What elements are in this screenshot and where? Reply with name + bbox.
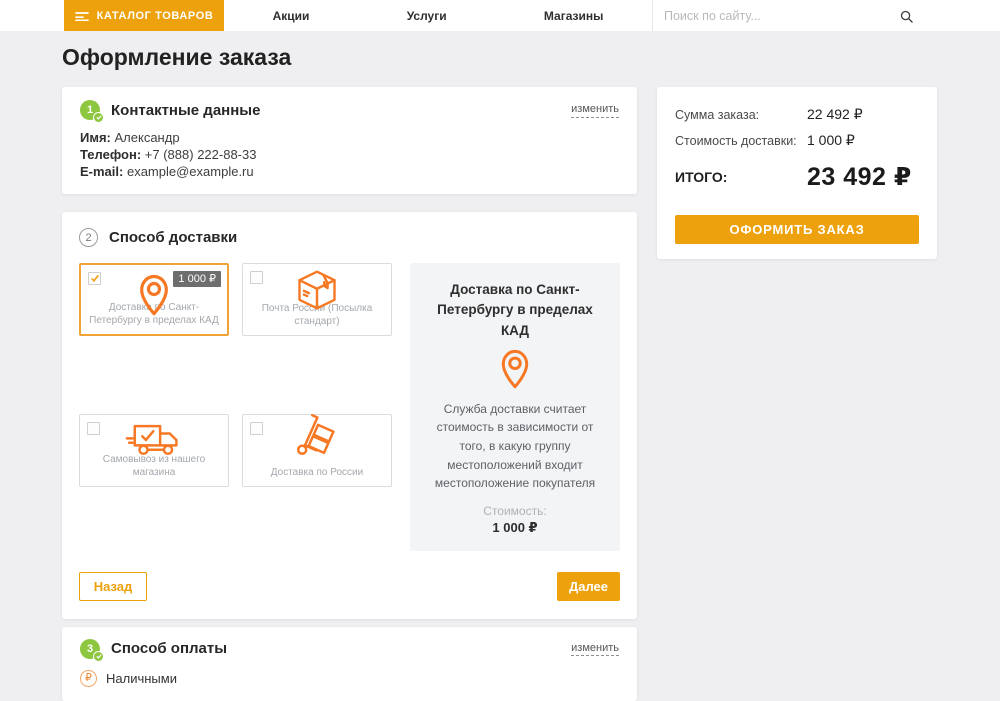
- delivery-card: 2 Способ доставки 1 000 ₽: [62, 212, 637, 619]
- payment-edit-link[interactable]: изменить: [571, 641, 619, 656]
- nav-item-promos[interactable]: Акции: [273, 9, 310, 23]
- delivery-options-grid: 1 000 ₽ Доставка по Санкт-Петербургу в п…: [79, 263, 392, 551]
- menu-icon: [75, 11, 89, 21]
- contact-name-row: Имя: Александр: [80, 129, 619, 146]
- contact-phone-row: Телефон: +7 (888) 222-88-33: [80, 146, 619, 163]
- delivery-option-post[interactable]: Почта России (Посылка стандарт): [242, 263, 392, 336]
- delivery-option-post-checkbox[interactable]: [250, 271, 263, 284]
- location-pin-icon: [423, 348, 607, 395]
- summary-total-row: ИТОГО: 23 492 ₽: [675, 162, 919, 192]
- next-button[interactable]: Далее: [557, 572, 620, 601]
- checkout-steps-column: 1 Контактные данные изменить Имя: Алекса…: [62, 87, 637, 701]
- summary-shipping-value: 1 000 ₽: [807, 132, 855, 149]
- top-header: КАТАЛОГ ТОВАРОВ Акции Услуги Магазины: [0, 0, 1000, 31]
- contact-edit-link[interactable]: изменить: [571, 102, 619, 117]
- delivery-cost-value: 1 000 ₽: [423, 520, 607, 536]
- back-button[interactable]: Назад: [79, 572, 147, 601]
- step-2-badge: 2: [79, 228, 98, 247]
- search-button[interactable]: [899, 7, 919, 25]
- order-summary-column: Сумма заказа: 22 492 ₽ Стоимость доставк…: [657, 87, 937, 259]
- step-3-check-icon: [93, 651, 104, 662]
- page-title: Оформление заказа: [62, 44, 938, 71]
- summary-total-label: ИТОГО:: [675, 169, 807, 185]
- contact-email-row: E-mail: example@example.ru: [80, 163, 619, 180]
- delivery-option-pickup[interactable]: Самовывоз из нашего магазина: [79, 414, 229, 487]
- submit-order-button[interactable]: ОФОРМИТЬ ЗАКАЗ: [675, 215, 919, 244]
- step-1-badge: 1: [80, 100, 100, 120]
- checkout-page: Оформление заказа 1 Контактные данные из…: [0, 44, 1000, 701]
- summary-total-value: 23 492 ₽: [807, 162, 912, 192]
- contact-fields: Имя: Александр Телефон: +7 (888) 222-88-…: [80, 129, 619, 180]
- ruble-circle-icon: ₽: [80, 670, 97, 687]
- header-divider: [652, 0, 653, 31]
- payment-card: 3 Способ оплаты изменить ₽ Наличными: [62, 627, 637, 701]
- catalog-button[interactable]: КАТАЛОГ ТОВАРОВ: [64, 0, 224, 31]
- delivery-option-spb[interactable]: 1 000 ₽ Доставка по Санкт-Петербургу в п…: [79, 263, 229, 336]
- delivery-detail-description: Служба доставки считает стоимость в зави…: [423, 400, 607, 493]
- main-nav: Акции Услуги Магазины: [224, 0, 652, 31]
- delivery-option-spb-checkbox[interactable]: [88, 272, 101, 285]
- delivery-option-pickup-checkbox[interactable]: [87, 422, 100, 435]
- order-summary-card: Сумма заказа: 22 492 ₽ Стоимость доставк…: [657, 87, 937, 259]
- delivery-option-label: Доставка по Санкт-Петербургу в пределах …: [81, 301, 227, 334]
- payment-method-label: Наличными: [106, 671, 177, 686]
- nav-item-services[interactable]: Услуги: [407, 9, 447, 23]
- delivery-option-label: Самовывоз из нашего магазина: [80, 453, 228, 486]
- catalog-button-label: КАТАЛОГ ТОВАРОВ: [97, 10, 214, 22]
- nav-item-stores[interactable]: Магазины: [544, 9, 603, 23]
- payment-card-title: Способ оплаты: [111, 640, 227, 657]
- summary-shipping-row: Стоимость доставки: 1 000 ₽: [675, 132, 919, 149]
- search-input[interactable]: [664, 0, 886, 31]
- summary-subtotal-row: Сумма заказа: 22 492 ₽: [675, 106, 919, 123]
- delivery-option-russia[interactable]: Доставка по России: [242, 414, 392, 487]
- contact-card: 1 Контактные данные изменить Имя: Алекса…: [62, 87, 637, 194]
- step-3-badge: 3: [80, 639, 100, 659]
- search-icon: [899, 9, 919, 24]
- delivery-detail-title: Доставка по Санкт-Петербургу в пределах …: [423, 280, 607, 341]
- hand-truck-icon: [243, 418, 391, 464]
- summary-subtotal-value: 22 492 ₽: [807, 106, 863, 123]
- delivery-card-title: Способ доставки: [109, 229, 237, 246]
- delivery-cost-label: Стоимость:: [423, 504, 607, 518]
- summary-shipping-label: Стоимость доставки:: [675, 134, 807, 148]
- delivery-option-label: Почта России (Посылка стандарт): [243, 302, 391, 335]
- step-1-check-icon: [93, 112, 104, 123]
- payment-method-row: ₽ Наличными: [80, 670, 619, 687]
- summary-subtotal-label: Сумма заказа:: [675, 108, 807, 122]
- delivery-detail-panel: Доставка по Санкт-Петербургу в пределах …: [410, 263, 620, 551]
- delivery-option-spb-price-badge: 1 000 ₽: [173, 271, 221, 287]
- contact-card-title: Контактные данные: [111, 102, 260, 119]
- delivery-option-russia-checkbox[interactable]: [250, 422, 263, 435]
- delivery-option-label: Доставка по России: [266, 466, 368, 486]
